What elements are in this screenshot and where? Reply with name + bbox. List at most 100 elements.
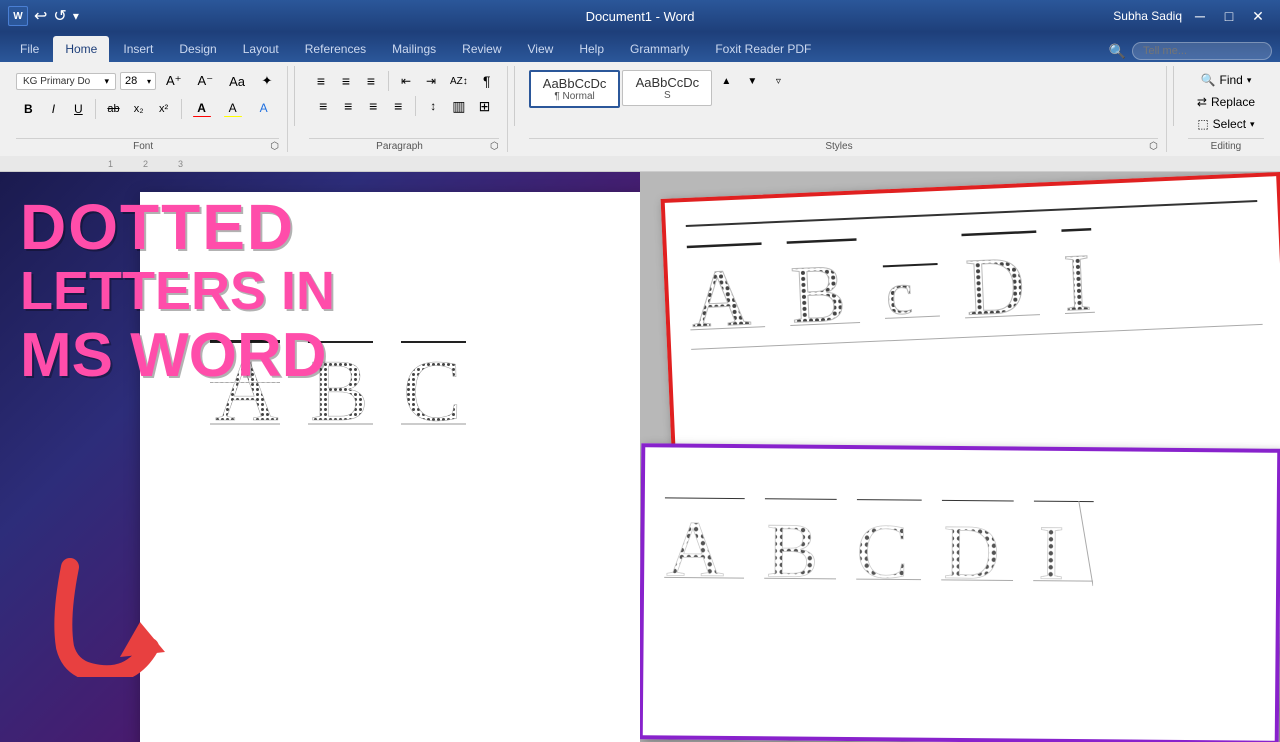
- top-letter-B: B B: [787, 238, 861, 331]
- tab-help[interactable]: Help: [567, 36, 616, 62]
- styles-scroll-up[interactable]: ▲: [714, 70, 738, 92]
- indent-increase-btn[interactable]: ⇥: [419, 70, 443, 92]
- style-normal[interactable]: AaBbCcDc ¶ Normal: [529, 70, 621, 108]
- highlight-btn[interactable]: A: [218, 98, 248, 120]
- find-btn[interactable]: 🔍 Find ▾: [1192, 70, 1261, 90]
- superscript-btn[interactable]: x²: [152, 98, 176, 120]
- svg-text:A: A: [689, 251, 752, 335]
- bottom-letters-row: A A: [664, 487, 1257, 597]
- show-marks-btn[interactable]: ¶: [475, 70, 499, 92]
- bottom-letter-A: A A: [664, 497, 745, 583]
- svg-text:D: D: [943, 507, 1000, 585]
- text-effects-icon: A: [260, 101, 268, 115]
- highlight-icon: A: [229, 101, 237, 115]
- ribbon-search-input[interactable]: [1132, 42, 1272, 60]
- italic-btn[interactable]: I: [41, 98, 65, 120]
- svg-text:D: D: [964, 239, 1027, 323]
- tab-file[interactable]: File: [8, 36, 51, 62]
- shading-btn[interactable]: ▥: [446, 95, 471, 117]
- find-dropdown: ▾: [1247, 75, 1252, 86]
- styles-expand[interactable]: ▿: [766, 70, 790, 92]
- paragraph-row1: ≡ ≡ ≡ ⇤ ⇥ AZ↕ ¶: [309, 70, 499, 92]
- tab-foxit[interactable]: Foxit Reader PDF: [703, 36, 823, 62]
- tab-grammarly[interactable]: Grammarly: [618, 36, 701, 62]
- font-format-row: B I U ab x₂ x² A A A: [16, 98, 278, 120]
- tab-insert[interactable]: Insert: [111, 36, 165, 62]
- align-right-btn[interactable]: ≡: [361, 95, 385, 117]
- top-letter-c: c c: [881, 234, 940, 326]
- text-effects-btn[interactable]: A: [249, 98, 279, 120]
- font-size-selector[interactable]: 28 ▾: [120, 72, 156, 90]
- redo-btn[interactable]: ↺: [53, 6, 66, 26]
- svg-text:I: I: [1038, 508, 1065, 585]
- sort-btn[interactable]: AZ↕: [444, 70, 474, 92]
- tab-review[interactable]: Review: [450, 36, 513, 62]
- tab-design[interactable]: Design: [167, 36, 228, 62]
- ruler-mark-3: 3: [178, 159, 183, 169]
- increase-font-btn[interactable]: A⁺: [160, 70, 188, 92]
- bold-btn[interactable]: B: [16, 98, 40, 120]
- highlight-bar: [224, 116, 242, 117]
- strikethrough-btn[interactable]: ab: [101, 98, 125, 120]
- decrease-font-btn[interactable]: A⁻: [192, 70, 220, 92]
- tab-view[interactable]: View: [516, 36, 566, 62]
- style-no-spacing[interactable]: AaBbCcDc S: [622, 70, 712, 106]
- tab-mailings[interactable]: Mailings: [380, 36, 448, 62]
- bullets-btn[interactable]: ≡: [309, 70, 333, 92]
- top-letter-I: I I: [1061, 227, 1095, 318]
- borders-btn[interactable]: ⊞: [473, 95, 497, 117]
- top-letters-row: A A: [686, 210, 1262, 345]
- tab-home[interactable]: Home: [53, 36, 109, 62]
- bottom-doc-content: A A: [644, 447, 1277, 613]
- replace-btn[interactable]: ⇄ Replace: [1188, 92, 1264, 112]
- line-spacing-btn[interactable]: ↕: [421, 95, 445, 117]
- indent-decrease-btn[interactable]: ⇤: [394, 70, 418, 92]
- underline-btn[interactable]: U: [66, 98, 90, 120]
- title-line-1: DOTTED: [20, 192, 335, 262]
- ribbon-content: KG Primary Do ▾ 28 ▾ A⁺ A⁻ Aa ✦ B I U ab…: [0, 62, 1280, 156]
- clear-format-btn[interactable]: ✦: [255, 70, 279, 92]
- select-dropdown: ▾: [1250, 119, 1255, 130]
- ribbon-divider-3: [1173, 66, 1174, 126]
- change-case-btn[interactable]: Aa: [223, 70, 251, 92]
- style-no-spacing-preview: AaBbCcDc: [635, 75, 699, 90]
- font-color-bar: [193, 116, 211, 117]
- select-btn[interactable]: ⬚ Select ▾: [1188, 114, 1263, 134]
- align-center-btn[interactable]: ≡: [336, 95, 360, 117]
- font-color-btn[interactable]: A: [187, 98, 217, 120]
- top-letter-A: A A: [687, 242, 766, 335]
- styles-group-expand[interactable]: ⬡: [1149, 141, 1158, 152]
- overlay-title: DOTTED LETTERS IN MS WORD: [20, 192, 335, 390]
- numbering-btn[interactable]: ≡: [334, 70, 358, 92]
- select-icon: ⬚: [1197, 117, 1208, 131]
- justify-btn[interactable]: ≡: [386, 95, 410, 117]
- font-selector-row: KG Primary Do ▾ 28 ▾ A⁺ A⁻ Aa ✦: [16, 70, 279, 92]
- effects-bar: [255, 116, 273, 117]
- close-btn[interactable]: ✕: [1244, 2, 1272, 30]
- align-left-btn[interactable]: ≡: [311, 95, 335, 117]
- styles-scroll-down[interactable]: ▼: [740, 70, 764, 92]
- customize-qat-btn[interactable]: ▾: [73, 9, 79, 23]
- font-group-expand[interactable]: ⬡: [270, 141, 279, 152]
- arrow-container: [50, 557, 170, 682]
- paragraph-group-expand[interactable]: ⬡: [490, 141, 499, 152]
- svg-text:c: c: [885, 260, 914, 326]
- ribbon-search-area: 🔍: [1109, 42, 1272, 60]
- svg-text:A: A: [666, 505, 725, 583]
- font-name-selector[interactable]: KG Primary Do ▾: [16, 73, 116, 90]
- font-group-label: Font ⬡: [16, 138, 279, 152]
- bottom-letter-C: C C: [856, 499, 922, 585]
- multilevel-btn[interactable]: ≡: [359, 70, 383, 92]
- user-name: Subha Sadiq: [1113, 9, 1182, 23]
- undo-btn[interactable]: ↩: [34, 6, 47, 26]
- subscript-btn[interactable]: x₂: [127, 98, 151, 120]
- paragraph-row2: ≡ ≡ ≡ ≡ ↕ ▥ ⊞: [311, 95, 496, 117]
- tab-layout[interactable]: Layout: [231, 36, 291, 62]
- svg-text:B: B: [766, 506, 819, 584]
- font-name-display: KG Primary Do: [23, 76, 90, 87]
- minimize-btn[interactable]: ─: [1186, 2, 1214, 30]
- find-label: Find: [1219, 73, 1242, 87]
- svg-text:I: I: [1062, 236, 1093, 318]
- tab-references[interactable]: References: [293, 36, 378, 62]
- restore-btn[interactable]: □: [1215, 2, 1243, 30]
